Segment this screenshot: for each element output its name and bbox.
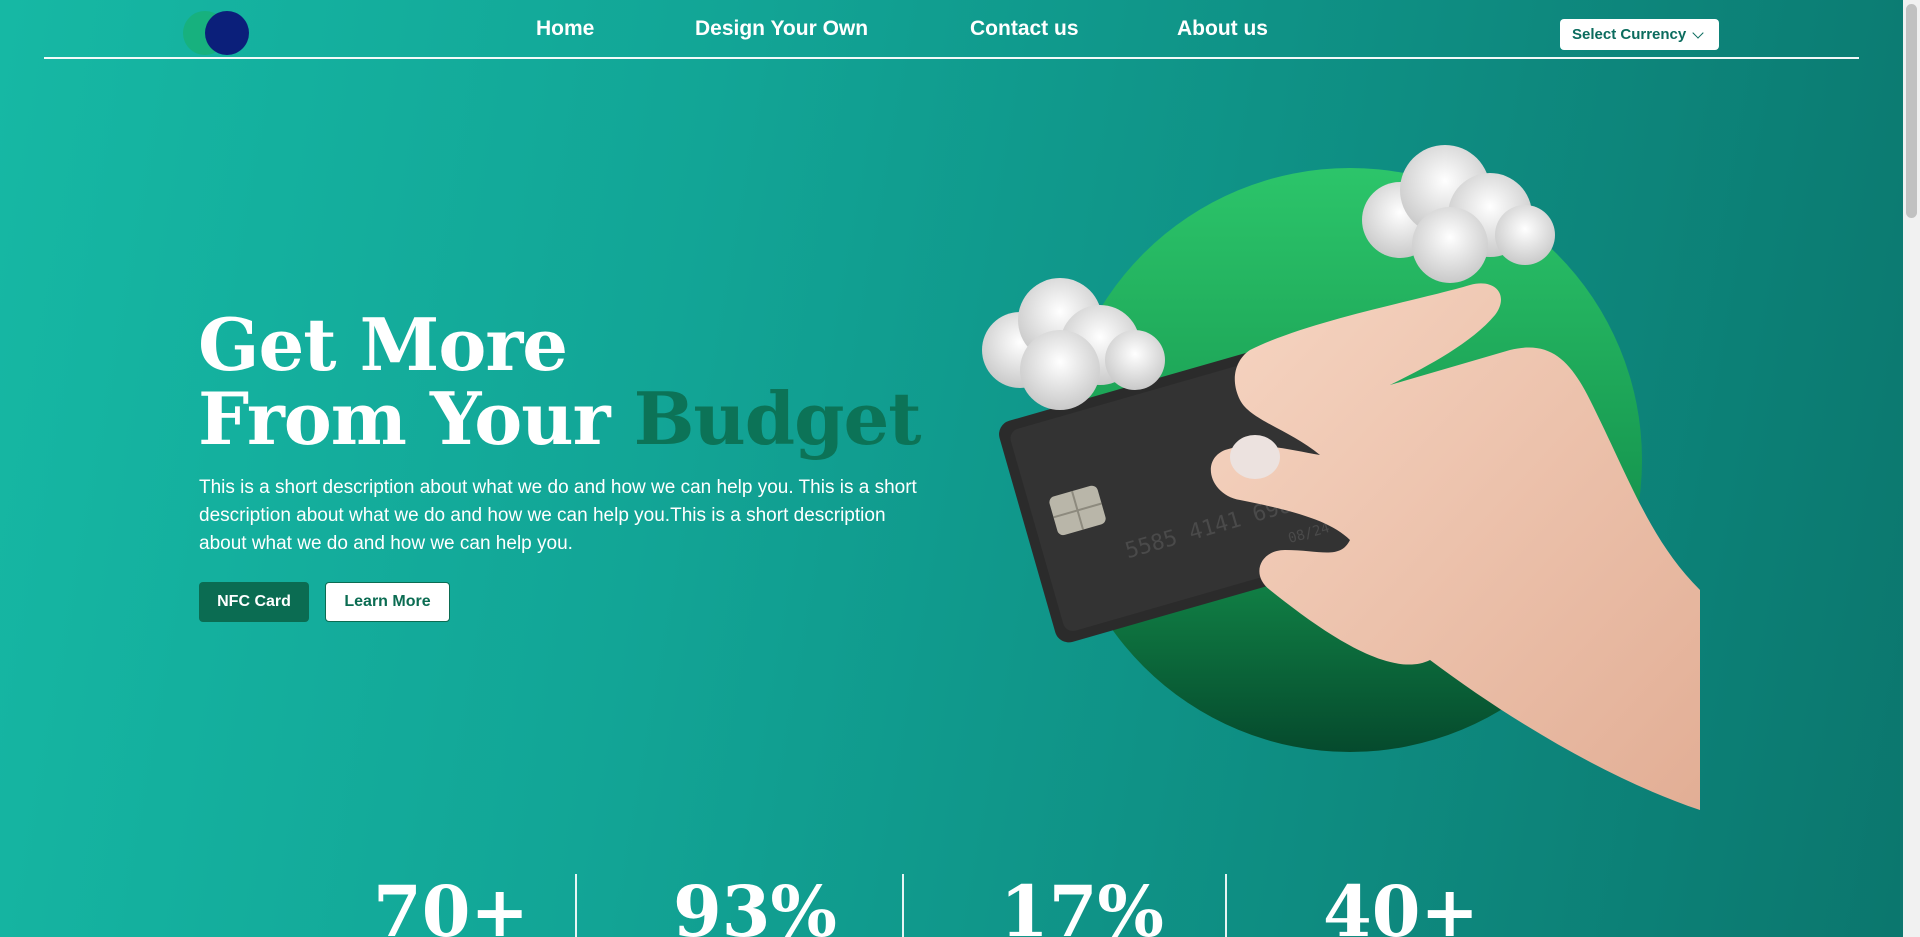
stat-divider (575, 874, 577, 937)
nfc-card-button[interactable]: NFC Card (199, 582, 309, 622)
header-divider (44, 57, 1859, 59)
nav-about-us[interactable]: About us (1177, 17, 1268, 41)
thumbnail (1230, 435, 1280, 479)
nav-design-your-own[interactable]: Design Your Own (695, 17, 868, 41)
stat-value: 17% (1000, 870, 1164, 937)
hero-illustration: 5585 4141 6985 08/24 (982, 145, 1700, 810)
hero-description: This is a short description about what w… (199, 477, 917, 554)
hero-title-line2: From Your (198, 376, 634, 461)
nav-home[interactable]: Home (536, 17, 594, 41)
hero-title: Get More From Your Budget (198, 308, 922, 456)
stat-value: 93% (673, 870, 837, 937)
learn-more-button[interactable]: Learn More (325, 582, 450, 622)
hero-title-accent: Budget (633, 376, 922, 461)
nav-contact-us[interactable]: Contact us (970, 17, 1079, 41)
page: Home Design Your Own Contact us About us… (0, 0, 1920, 937)
stat-value: 40+ (1323, 870, 1480, 937)
hero-title-line1: Get More (198, 302, 568, 387)
chevron-down-icon (1692, 26, 1704, 39)
stat-divider (1225, 874, 1227, 937)
stat-divider (902, 874, 904, 937)
currency-select[interactable]: Select Currency (1560, 19, 1719, 50)
currency-select-label: Select Currency (1572, 26, 1687, 43)
stat-value: 70+ (373, 870, 530, 937)
scrollbar-thumb[interactable] (1906, 4, 1917, 218)
